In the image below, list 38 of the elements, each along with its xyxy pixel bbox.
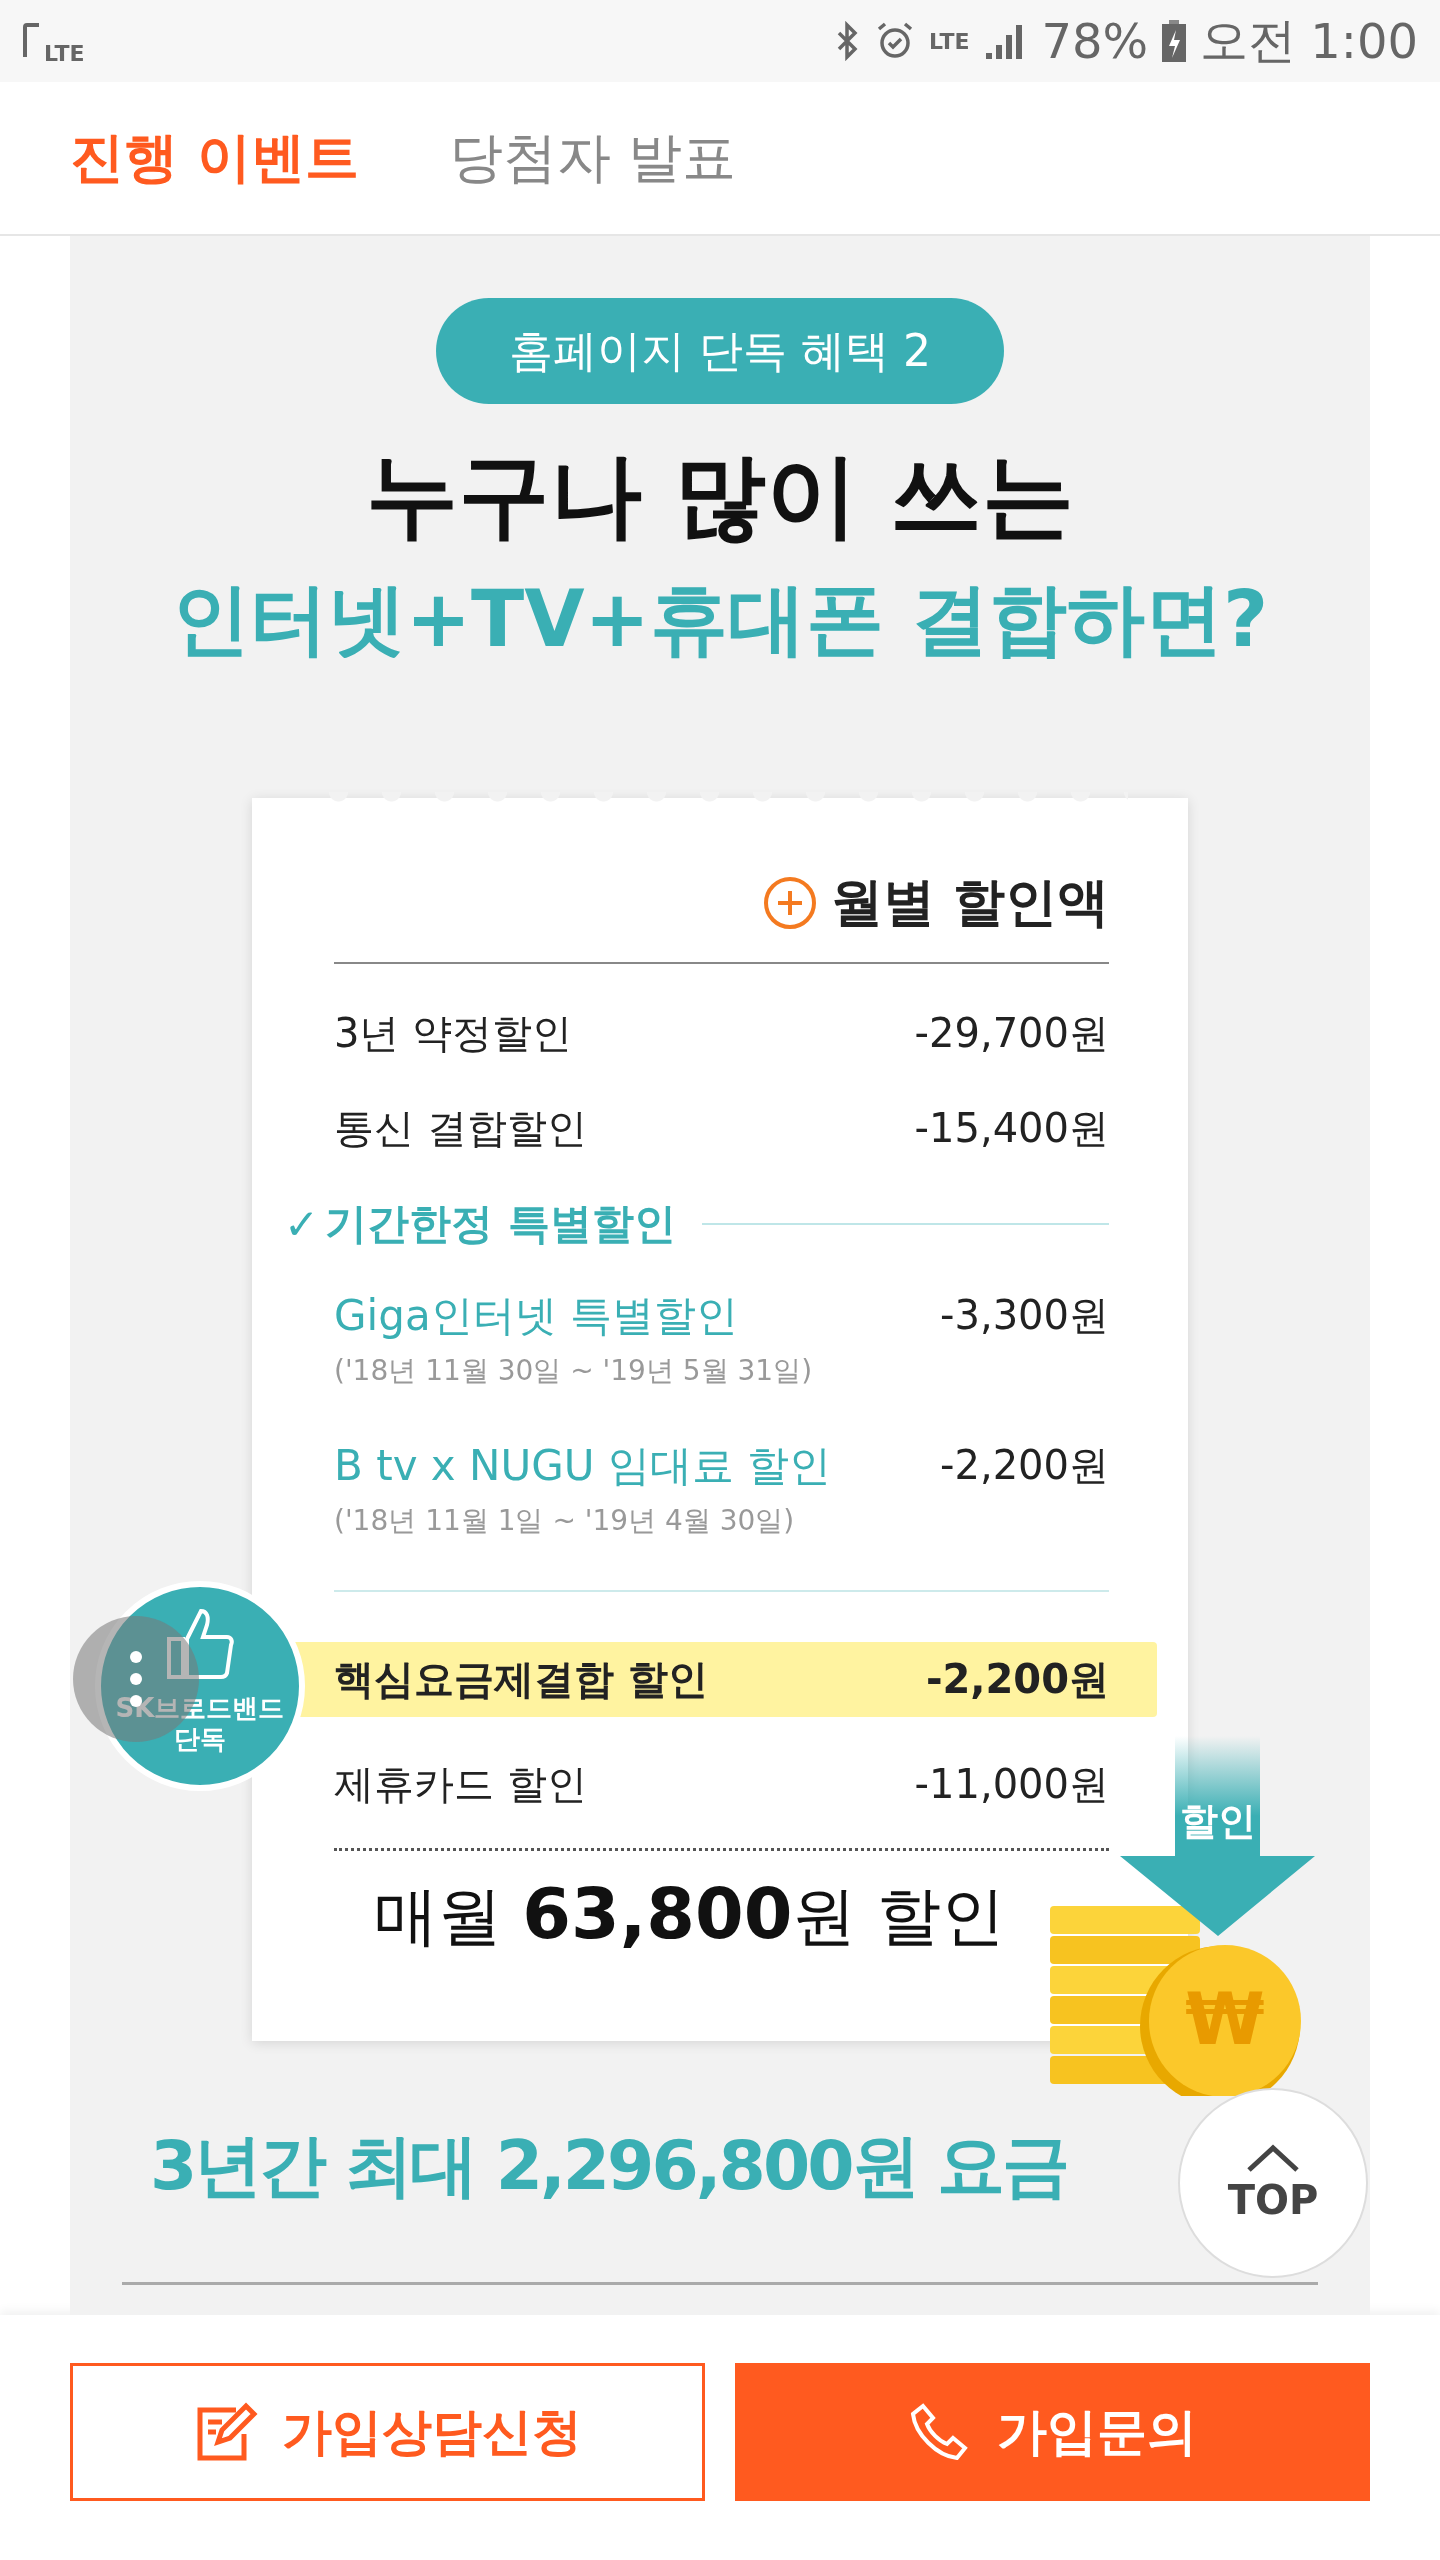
- battery-percent: 78%: [1041, 13, 1149, 69]
- discount-label: 통신 결합할인: [334, 1104, 587, 1153]
- period-text: ('18년 11월 1일 ~ '19년 4월 30일): [334, 1503, 796, 1539]
- clock-period: 오전: [1200, 11, 1297, 70]
- tab[interactable]: 당첨자 발표: [448, 121, 736, 195]
- chevron-up-icon: [1245, 2143, 1301, 2173]
- savings-text: 3년간 최대 2,296,800원 요금: [150, 2125, 1068, 2207]
- benefit-pill: 홈페이지 단독 혜택 2: [436, 298, 1004, 404]
- discount-amount: -11,000원: [914, 1760, 1109, 1809]
- discount-label: 핵심요금제결합 할인: [334, 1655, 708, 1704]
- discount-label: 3년 약정할인: [334, 1009, 573, 1058]
- badge-text: SK브로드밴드: [115, 1692, 285, 1724]
- plus-icon: [762, 876, 817, 930]
- badge-text: 단독: [174, 1723, 226, 1755]
- arrow-label: 할인: [1178, 1798, 1257, 1845]
- tab[interactable]: 진행 이벤트: [70, 121, 359, 195]
- discount-label: 제휴카드 할인: [334, 1760, 587, 1809]
- inquiry-button[interactable]: 가입문의: [735, 2363, 1370, 2501]
- discount-amount: -29,700원: [914, 1009, 1109, 1058]
- discount-amount: -2,200원: [925, 1655, 1109, 1704]
- check-mark: ✓: [284, 1199, 320, 1249]
- section-title: 기간한정 특별할인: [325, 1198, 676, 1250]
- period-text: ('18년 11월 30일 ~ '19년 5월 31일): [334, 1353, 813, 1389]
- headline: 누구나 많이 쓰는: [365, 441, 1075, 551]
- discount-label: Giga인터넷 특별할인: [334, 1290, 739, 1342]
- discount-label: B tv x NUGU 임대료 할인: [334, 1440, 832, 1492]
- network-label: LTE: [44, 40, 85, 66]
- receipt-title: 월별 할인액: [830, 871, 1109, 934]
- consult-button[interactable]: 가입상담신청: [70, 2363, 705, 2501]
- scroll-top-button[interactable]: TOP: [1178, 2088, 1368, 2278]
- network-label: LTE: [929, 28, 970, 54]
- discount-amount: -2,200원: [940, 1441, 1109, 1490]
- subheadline: 인터넷+TV+휴대폰 결합하면?: [171, 573, 1269, 666]
- clock-time: 1:00: [1310, 13, 1418, 69]
- discount-amount: -15,400원: [914, 1104, 1109, 1153]
- battery-icon: [1162, 20, 1187, 62]
- discount-amount: -3,300원: [940, 1291, 1109, 1340]
- monthly-total: 매월 63,800원 할인: [373, 1873, 1006, 1957]
